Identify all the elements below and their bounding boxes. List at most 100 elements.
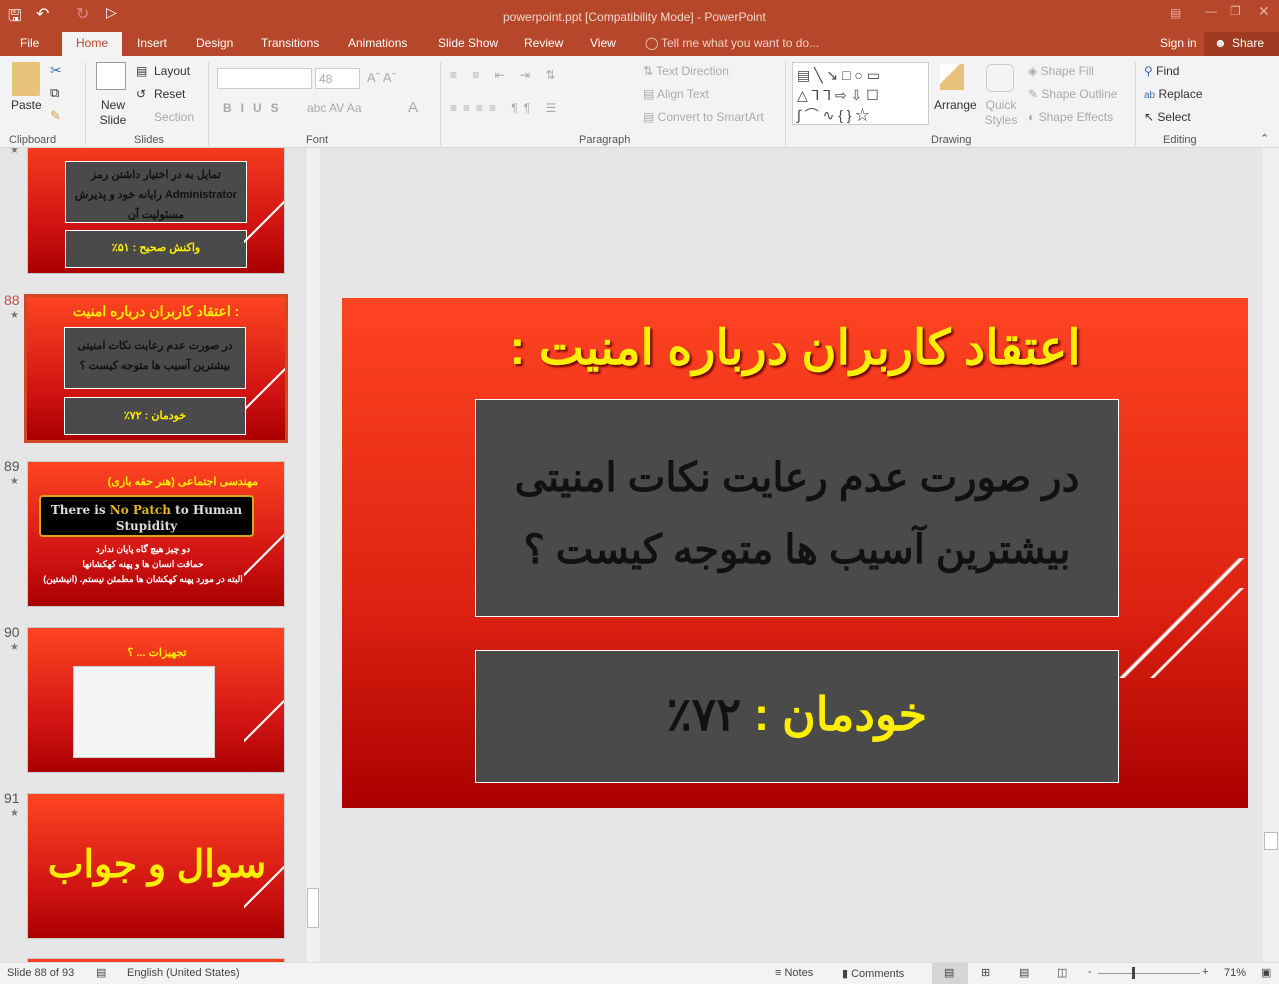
minimize-button[interactable]: — [1205, 4, 1217, 18]
tab-design[interactable]: Design [196, 36, 233, 50]
tab-animations[interactable]: Animations [348, 36, 407, 50]
spell-check-icon[interactable]: ▤ [96, 966, 106, 979]
align-icons[interactable]: ≡≡≡≡ ¶¶ ☰ [450, 101, 562, 115]
font-color-icon[interactable]: A [408, 99, 418, 116]
notes-button[interactable]: ≡ Notes [775, 967, 813, 979]
shape-effects-button[interactable]: ◐ Shape Effects [1028, 110, 1113, 124]
group-drawing: Drawing [931, 134, 972, 146]
zoom-slider[interactable] [1098, 973, 1200, 974]
slide-title[interactable]: اعتقاد کاربران درباره امنیت : [342, 320, 1248, 376]
convert-smartart-button[interactable]: ▤ Convert to SmartArt [643, 110, 764, 124]
language-indicator[interactable]: English (United States) [127, 967, 240, 979]
slide-thumbnail-90[interactable]: تجهیزات ... ؟ [27, 627, 285, 773]
font-size-input[interactable]: 48 [315, 68, 360, 89]
slide-thumbnail-88-selected[interactable]: اعتقاد کاربران درباره امنیت : در صورت عد… [24, 294, 288, 443]
scroll-thumb[interactable] [307, 888, 319, 928]
font-format-icons[interactable]: BIUS [223, 101, 288, 115]
new-slide-button[interactable]: New Slide [98, 98, 128, 128]
layout-icon: ▤ [136, 64, 148, 78]
slide-thumbnail-87[interactable]: تمایل به در اختیار داشتن رمز Administrat… [27, 148, 285, 274]
group-slides: Slides [134, 134, 164, 146]
share-button[interactable]: ☻ Share [1204, 32, 1279, 56]
thumb-line: البته در مورد پهنه کهکشان ها مطمئن نیستم… [43, 574, 243, 584]
shape-fill-button[interactable]: ◈ Shape Fill [1028, 64, 1094, 78]
cut-icon[interactable]: ✂ [50, 62, 62, 79]
devices-image [73, 666, 215, 758]
collapse-ribbon-icon[interactable]: ⌃ [1260, 132, 1269, 145]
zoom-out-button[interactable]: - [1088, 966, 1092, 978]
tab-slide-show[interactable]: Slide Show [438, 36, 498, 50]
shape-outline-button[interactable]: ✎ Shape Outline [1028, 87, 1117, 101]
decorative-lines [1148, 588, 1248, 678]
text-direction-button[interactable]: ⇅ Text Direction [643, 64, 729, 78]
group-editing: Editing [1163, 134, 1197, 146]
bullets-icon[interactable]: ≡ ≡ ⇤ ⇥ ⇅ [450, 68, 562, 82]
slide-scrollbar[interactable] [1263, 148, 1279, 962]
no-patch-banner: There is No Patch to Human Stupidity [39, 495, 254, 537]
arrange-button[interactable]: Arrange [934, 98, 977, 112]
reading-view-icon[interactable]: ▤ [1019, 966, 1029, 979]
tab-home[interactable]: Home [62, 32, 123, 56]
layout-button[interactable]: Layout [154, 64, 190, 78]
reset-button[interactable]: Reset [154, 87, 185, 101]
copy-icon[interactable]: ⧉ [50, 85, 59, 101]
tell-me-input[interactable]: Tell me what you want to do... [661, 36, 819, 50]
slideshow-icon[interactable]: ◫ [1057, 966, 1067, 979]
thumb-question-box: در صورت عدم رعایت نکات امنیتی بیشترین آس… [64, 327, 246, 389]
slide-number: 90 [4, 624, 20, 640]
slide-thumbnail-91[interactable]: سوال و جواب [27, 793, 285, 939]
strikethrough-icon[interactable]: abc AV Aa [307, 101, 362, 115]
zoom-in-button[interactable]: + [1202, 966, 1208, 978]
new-slide-icon[interactable] [96, 62, 126, 90]
start-from-beginning-icon[interactable]: ▷ [106, 4, 117, 21]
tab-transitions[interactable]: Transitions [261, 36, 319, 50]
group-clipboard: Clipboard [9, 134, 57, 146]
arrange-icon[interactable] [940, 64, 964, 90]
answer-textbox[interactable]: خودمان : ۷۲٪ [475, 650, 1119, 783]
restore-button[interactable]: ❐ [1230, 4, 1241, 18]
slide-thumbnail-89[interactable]: مهندسی اجتماعی (هنر حقه بازی) There is N… [27, 461, 285, 607]
quick-styles-button[interactable]: Quick Styles [983, 98, 1019, 128]
zoom-level[interactable]: 71% [1224, 967, 1246, 979]
paste-button[interactable]: Paste [11, 98, 42, 112]
replace-button[interactable]: ab Replace [1144, 87, 1203, 101]
ribbon-tabs: File Home Insert Design Transitions Anim… [0, 32, 1279, 56]
comments-button[interactable]: ▮ Comments [842, 967, 904, 980]
grow-font-icon[interactable]: Aˆ Aˇ [367, 70, 396, 85]
slide-number: 89 [4, 458, 20, 474]
thumb-question-box: تمایل به در اختیار داشتن رمز Administrat… [65, 161, 247, 223]
search-icon: ⚲ [1144, 64, 1153, 78]
status-bar: Slide 88 of 93 ▤ English (United States)… [0, 962, 1279, 984]
fit-to-window-icon[interactable]: ▣ [1261, 966, 1271, 979]
close-button[interactable]: ✕ [1258, 3, 1270, 20]
undo-icon[interactable]: ↶ [36, 4, 49, 24]
scroll-thumb[interactable] [1264, 832, 1278, 850]
tab-review[interactable]: Review [524, 36, 563, 50]
quick-styles-icon[interactable] [986, 64, 1014, 92]
slide-canvas[interactable]: اعتقاد کاربران درباره امنیت : در صورت عد… [342, 298, 1248, 808]
tab-insert[interactable]: Insert [137, 36, 167, 50]
tab-view[interactable]: View [590, 36, 616, 50]
question-textbox[interactable]: در صورت عدم رعایت نکات امنیتی بیشترین آس… [475, 399, 1119, 617]
zoom-slider-thumb[interactable] [1131, 967, 1135, 979]
save-icon[interactable]: 🖫 [8, 5, 22, 32]
thumb-title: اعتقاد کاربران درباره امنیت : [72, 303, 240, 319]
find-button[interactable]: ⚲ Find [1144, 64, 1179, 78]
select-button[interactable]: ↖ Select [1144, 110, 1191, 124]
slide-sorter-icon[interactable]: ⊞ [981, 966, 990, 979]
person-icon: ☻ [1214, 36, 1227, 50]
align-text-button[interactable]: ▤ Align Text [643, 87, 709, 101]
replace-icon: ab [1144, 90, 1156, 101]
ribbon-display-icon[interactable]: ▤ [1170, 6, 1181, 20]
shapes-gallery[interactable]: ▤ ╲ ↘ □ ○ ▭ △ ⅂ ⅂ ⇨ ⇩ ☐ ∫ ⌒ ∿ { } ☆ [792, 62, 929, 125]
tab-file[interactable]: File [20, 36, 39, 50]
paste-icon[interactable] [12, 62, 40, 96]
thumb-answer-box: واکنش صحیح : ۵۱٪ [65, 230, 247, 268]
font-name-input[interactable] [217, 68, 312, 89]
thumbnail-scrollbar[interactable] [305, 148, 320, 962]
format-painter-icon[interactable]: ✎ [50, 108, 61, 124]
thumb-title: تجهیزات ... ؟ [127, 647, 187, 659]
sign-in-link[interactable]: Sign in [1160, 36, 1197, 50]
section-button[interactable]: Section [154, 110, 194, 124]
redo-icon[interactable]: ↻ [76, 4, 89, 24]
